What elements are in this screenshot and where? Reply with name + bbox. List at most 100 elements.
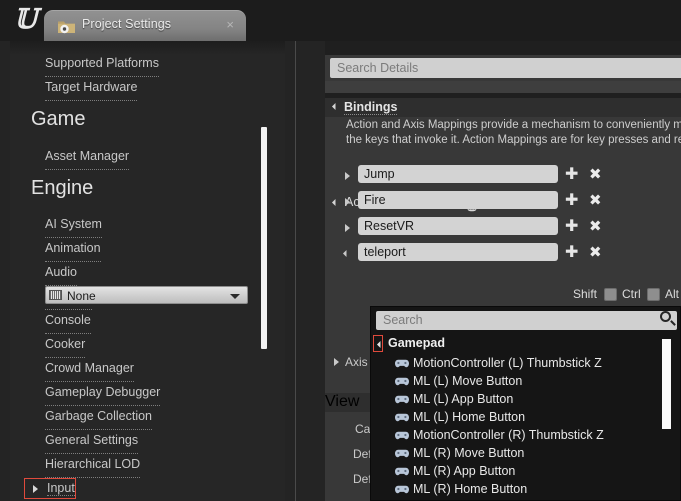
sidebar-item-label: Audio xyxy=(45,265,77,279)
keyboard-icon xyxy=(49,290,62,300)
description-line: Action and Axis Mappings provide a mecha… xyxy=(346,119,681,131)
gamepad-icon xyxy=(395,377,409,386)
details-top-bar xyxy=(325,41,681,55)
dropdown-search-input[interactable]: Search xyxy=(376,311,677,330)
dropdown-scrollbar[interactable] xyxy=(662,339,671,429)
gamepad-icon xyxy=(395,449,409,458)
description-line: the keys that invoke it. Action Mappings… xyxy=(346,133,681,146)
add-key-plus-icon[interactable]: ✚ xyxy=(565,218,578,234)
sidebar-item-garbage-collection[interactable]: Garbage Collection xyxy=(45,408,153,430)
remove-action-cross-icon[interactable]: ✖ xyxy=(589,165,602,183)
sidebar-item-target-hardware[interactable]: Target Hardware xyxy=(45,79,138,101)
gamepad-icon xyxy=(395,413,409,422)
settings-category-list[interactable]: Supported Platforms Target Hardware Game… xyxy=(10,41,285,501)
shift-checkbox[interactable] xyxy=(604,288,617,301)
gamepad-icon xyxy=(395,485,409,494)
sidebar-scrollbar[interactable] xyxy=(261,127,267,349)
dropdown-item-label: ML (R) Home Button xyxy=(413,482,528,496)
search-details-input[interactable]: Search Details xyxy=(330,58,681,78)
magnifier-icon xyxy=(660,311,671,322)
tab-project-settings[interactable]: Project Settings × xyxy=(44,10,246,41)
details-toolbar-strip xyxy=(325,81,681,93)
remove-action-cross-icon[interactable]: ✖ xyxy=(589,217,602,235)
sidebar-item-crowd-manager[interactable]: Crowd Manager xyxy=(45,360,134,382)
sidebar-item-asset-manager[interactable]: Asset Manager xyxy=(45,148,130,170)
sidebar-heading-engine: Engine xyxy=(31,177,94,199)
remove-action-cross-icon[interactable]: ✖ xyxy=(589,243,602,261)
sidebar-item-gameplay-debugger[interactable]: Gameplay Debugger xyxy=(45,384,161,406)
sidebar-item-label: Hierarchical LOD xyxy=(45,457,141,471)
sidebar-heading-game: Game xyxy=(31,108,86,130)
gamepad-icon xyxy=(395,395,409,404)
dropdown-item-label: ML (L) App Button xyxy=(413,392,514,406)
expander-triangle-icon xyxy=(334,358,339,366)
unreal-engine-logo: 𝕌 xyxy=(13,4,38,35)
axis-mappings-label-partial[interactable]: Axis xyxy=(334,355,368,369)
add-key-plus-icon[interactable]: ✚ xyxy=(565,166,578,182)
action-name-input[interactable]: Jump xyxy=(358,165,558,183)
modifier-label-shift: Shift xyxy=(573,287,598,301)
add-key-plus-icon[interactable]: ✚ xyxy=(565,244,578,260)
expander-triangle-icon[interactable] xyxy=(342,249,351,258)
sidebar-item-audio[interactable]: Audio xyxy=(45,264,77,286)
action-mapping-row-teleport[interactable]: teleport ✚ ✖ xyxy=(325,241,681,267)
key-selector-value: None xyxy=(67,289,96,303)
expander-triangle-icon[interactable] xyxy=(345,198,350,206)
sidebar-item-label: Target Hardware xyxy=(45,80,138,94)
action-name-input[interactable]: teleport xyxy=(358,243,558,261)
sidebar-item-label: Gameplay Debugger xyxy=(45,385,161,399)
ctrl-checkbox[interactable] xyxy=(647,288,660,301)
expander-triangle-icon[interactable] xyxy=(345,172,350,180)
key-selector-dropdown[interactable]: Search Gamepad MotionController (L) Thum… xyxy=(370,306,681,501)
dropdown-group-gamepad[interactable]: Gamepad xyxy=(373,335,445,352)
sidebar-item-label: Animation xyxy=(45,241,101,255)
action-name-input[interactable]: ResetVR xyxy=(358,217,558,235)
bindings-description: Action and Axis Mappings provide a mecha… xyxy=(346,118,681,147)
action-mapping-row[interactable]: ResetVR ✚ ✖ xyxy=(325,215,681,241)
sidebar-item-console[interactable]: Console xyxy=(45,312,91,334)
key-selector-combo[interactable]: None xyxy=(45,286,248,304)
action-mapping-row[interactable]: Fire ✚ ✖ xyxy=(325,189,681,215)
dropdown-item-label: MotionController (L) Thumbstick Z xyxy=(413,356,602,370)
expander-triangle-icon xyxy=(331,102,340,111)
sidebar-item-ai-system[interactable]: AI System xyxy=(45,216,102,238)
sidebar-item-input[interactable]: Input xyxy=(24,478,76,499)
sidebar-item-label: Supported Platforms xyxy=(45,56,159,70)
sidebar-item-label: AI System xyxy=(45,217,102,231)
dropdown-group-label: Gamepad xyxy=(388,336,445,350)
remove-action-cross-icon[interactable]: ✖ xyxy=(589,191,602,209)
sidebar-item-supported-platforms[interactable]: Supported Platforms xyxy=(45,55,159,77)
modifier-label-ctrl: Ctrl xyxy=(622,287,641,301)
action-mapping-row[interactable]: Jump ✚ ✖ xyxy=(325,163,681,189)
section-title: View xyxy=(325,393,360,410)
sidebar-item-label: Crowd Manager xyxy=(45,361,134,375)
expander-triangle-icon xyxy=(376,340,385,349)
folder-gear-icon xyxy=(58,21,75,34)
add-key-plus-icon[interactable]: ✚ xyxy=(565,192,578,208)
modifier-label-alt: Alt xyxy=(665,287,680,301)
title-bar: 𝕌 Project Settings × xyxy=(0,0,681,41)
gamepad-icon xyxy=(395,359,409,368)
dropdown-item-label: ML (L) Home Button xyxy=(413,410,526,424)
sidebar-item-label: General Settings xyxy=(45,433,139,447)
sidebar-item-label: Input xyxy=(47,481,75,496)
sidebar-item-label: Garbage Collection xyxy=(45,409,153,423)
sidebar-item-general-settings[interactable]: General Settings xyxy=(45,432,139,454)
sidebar-item-animation[interactable]: Animation xyxy=(45,240,101,262)
close-icon[interactable]: × xyxy=(226,18,234,32)
sidebar-item-hierarchical-lod[interactable]: Hierarchical LOD xyxy=(45,456,141,478)
project-settings-window: 𝕌 Project Settings × Supported Platforms… xyxy=(0,0,681,501)
action-name-input[interactable]: Fire xyxy=(358,191,558,209)
section-header-bindings[interactable]: Bindings xyxy=(325,98,681,117)
gamepad-icon xyxy=(395,431,409,440)
expander-triangle-icon[interactable] xyxy=(345,224,350,232)
dropdown-item-label: ML (L) Move Button xyxy=(413,374,523,388)
sidebar-item-label: Console xyxy=(45,313,91,327)
nav-top-shadow xyxy=(10,41,285,55)
sidebar-item-label: Asset Manager xyxy=(45,149,130,163)
panel-divider xyxy=(295,41,296,501)
gamepad-icon xyxy=(395,467,409,476)
sidebar-item-label: Cooker xyxy=(45,337,86,351)
sidebar-item-cooker[interactable]: Cooker xyxy=(45,336,86,358)
dropdown-item-label: ML (R) Move Button xyxy=(413,446,525,460)
